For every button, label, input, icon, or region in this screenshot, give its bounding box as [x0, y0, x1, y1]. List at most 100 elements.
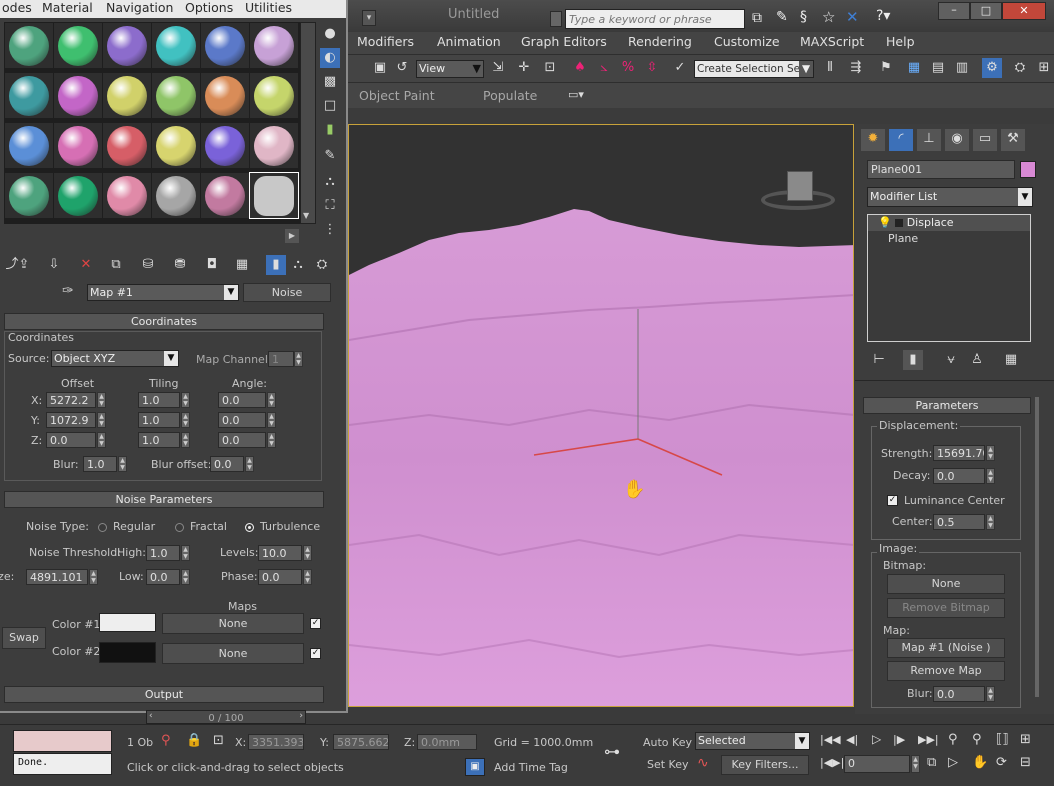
remove-modifier-icon[interactable]: ♙ — [967, 350, 987, 370]
material-slot[interactable] — [102, 172, 152, 219]
next-frame-icon[interactable]: |▶ — [893, 733, 905, 746]
isolate-selection-icon[interactable]: ⚲ — [161, 733, 171, 748]
move-icon[interactable]: ✛ — [514, 58, 534, 78]
modifier-list-dropdown[interactable]: Modifier List ▼ — [867, 187, 1033, 207]
quick-access-dropdown[interactable]: ▾ — [362, 10, 376, 26]
scene-explorer-icon[interactable]: ▦ — [904, 58, 924, 78]
color2-swatch[interactable] — [99, 642, 156, 663]
frame-spinner[interactable]: ▲ ▼ — [911, 755, 920, 773]
select-region-icon[interactable]: ▣ — [370, 58, 390, 78]
ribbon-tab-populate[interactable]: Populate — [483, 88, 537, 103]
angle-field[interactable]: 0.0 — [218, 412, 266, 428]
utilities-tab-icon[interactable]: ⚒ — [1001, 129, 1025, 151]
put-to-scene-icon[interactable]: ⇪ — [14, 255, 34, 275]
current-frame-field[interactable]: 0 — [844, 755, 910, 773]
key-filters-button[interactable]: Key Filters... — [721, 755, 809, 775]
offset-spinner[interactable]: ▲ ▼ — [97, 392, 106, 408]
material-slot[interactable] — [4, 172, 54, 219]
phase-field[interactable]: 0.0 — [258, 569, 302, 585]
angle-spinner[interactable]: ▲ ▼ — [267, 432, 276, 448]
strength-field[interactable]: 15691.70 — [933, 445, 985, 461]
pivot-icon[interactable]: ⇲ — [488, 58, 508, 78]
time-slider[interactable]: ‹ 0 / 100 › — [146, 710, 306, 724]
pan-icon[interactable]: ✋ — [972, 755, 988, 770]
display-tab-icon[interactable]: ▭ — [973, 129, 997, 151]
high-field[interactable]: 1.0 — [146, 545, 180, 561]
show-end-result-icon[interactable]: ▦ — [232, 255, 252, 275]
help-icon[interactable]: ?▾ — [876, 8, 906, 28]
set-key-button[interactable]: Set Key — [647, 758, 689, 771]
layer-manager-icon[interactable]: ⚑ — [876, 58, 896, 78]
me-menu-navigation[interactable]: Navigation — [106, 0, 173, 15]
pin-stack-icon[interactable]: ⊢ — [869, 350, 889, 370]
noise-type-regular[interactable]: Regular — [98, 520, 155, 533]
color2-map-checkbox[interactable]: ✓ — [310, 648, 321, 659]
tiling-field[interactable]: 1.0 — [138, 412, 180, 428]
options-icon[interactable]: ⛬ — [320, 172, 340, 192]
color2-map-button[interactable]: None — [162, 643, 304, 664]
backlight-icon[interactable]: ◐ — [320, 48, 340, 68]
go-to-parent-icon[interactable]: ▮ — [266, 255, 286, 275]
material-slot[interactable] — [53, 22, 103, 69]
show-end-result-toggle-icon[interactable]: ▮ — [903, 350, 923, 370]
named-selection-sets-dropdown[interactable]: Create Selection Se ▼ — [694, 60, 814, 78]
color1-swatch[interactable] — [99, 613, 156, 632]
material-slot[interactable] — [249, 172, 299, 219]
hierarchy-tab-icon[interactable]: ⊥ — [917, 129, 941, 151]
tiling-field[interactable]: 1.0 — [138, 392, 180, 408]
reset-map-icon[interactable]: ✕ — [76, 255, 96, 275]
material-slot[interactable] — [102, 72, 152, 119]
reference-coord-dropdown[interactable]: View ▼ — [416, 60, 484, 78]
info-center-toggle[interactable] — [550, 11, 562, 27]
modify-tab-icon[interactable]: ◜ — [889, 129, 913, 151]
material-slot[interactable] — [200, 172, 250, 219]
perspective-viewport[interactable]: ✋ — [348, 124, 854, 707]
make-unique-modifier-icon[interactable]: ⩝ — [941, 350, 961, 370]
viewcube[interactable] — [761, 165, 837, 215]
offset-spinner[interactable]: ▲ ▼ — [97, 412, 106, 428]
material-slot[interactable] — [4, 72, 54, 119]
material-slot[interactable] — [4, 122, 54, 169]
material-slot[interactable] — [249, 22, 299, 69]
time-tag-icon[interactable]: ▣ — [465, 758, 485, 776]
orbit-icon[interactable]: ⟳ — [996, 755, 1007, 770]
time-slider-next-icon[interactable]: › — [299, 711, 303, 721]
material-slot[interactable] — [249, 122, 299, 169]
noise-type-turbulence[interactable]: Turbulence — [245, 520, 320, 533]
material-slot[interactable] — [53, 122, 103, 169]
uv-tiling-icon[interactable]: □ — [320, 96, 340, 116]
tiling-spinner[interactable]: ▲ ▼ — [181, 392, 190, 408]
center-spinner[interactable]: ▲ ▼ — [986, 514, 995, 530]
stack-item-displace[interactable]: 💡 Displace — [868, 215, 1030, 231]
phase-spinner[interactable]: ▲ ▼ — [303, 569, 312, 585]
angle-spinner[interactable]: ▲ ▼ — [267, 412, 276, 428]
me-menu-options[interactable]: Options — [185, 0, 233, 15]
search-input[interactable] — [565, 9, 745, 29]
map-channel-spinner[interactable]: ▲ ▼ — [294, 351, 303, 367]
absolute-mode-icon[interactable]: ⊡ — [213, 733, 224, 748]
ribbon-tab-object-paint[interactable]: Object Paint — [359, 88, 435, 103]
coordinates-rollout-header[interactable]: Coordinates — [4, 313, 324, 330]
levels-field[interactable]: 10.0 — [258, 545, 302, 561]
remove-bitmap-button[interactable]: Remove Bitmap — [887, 598, 1005, 618]
object-name-field[interactable]: Plane001 — [867, 160, 1015, 179]
luminance-center-checkbox[interactable]: ✓ — [887, 495, 898, 506]
menu-maxscript[interactable]: MAXScript — [800, 34, 864, 49]
maxscript-mini-listener-bottom[interactable]: Done. — [13, 753, 112, 775]
map-channel-field[interactable]: 1 — [268, 351, 294, 367]
offset-field[interactable]: 1072.9 — [46, 412, 96, 428]
menu-customize[interactable]: Customize — [714, 34, 780, 49]
material-slot[interactable] — [249, 72, 299, 119]
go-forward-sibling-icon[interactable]: ⛬ — [288, 255, 308, 275]
material-slot[interactable] — [151, 72, 201, 119]
make-preview-icon[interactable]: ✎ — [320, 146, 340, 166]
scroll-down-icon[interactable]: ▼ — [303, 211, 309, 220]
material-slot[interactable] — [200, 72, 250, 119]
low-spinner[interactable]: ▲ ▼ — [181, 569, 190, 585]
eyedropper-icon[interactable]: ✑ — [62, 283, 74, 299]
map-type-button[interactable]: Noise — [243, 283, 331, 302]
maxscript-mini-listener-top[interactable] — [13, 730, 112, 752]
create-tab-icon[interactable]: ✹ — [861, 129, 885, 151]
material-slot[interactable] — [53, 72, 103, 119]
menu-help[interactable]: Help — [886, 34, 915, 49]
